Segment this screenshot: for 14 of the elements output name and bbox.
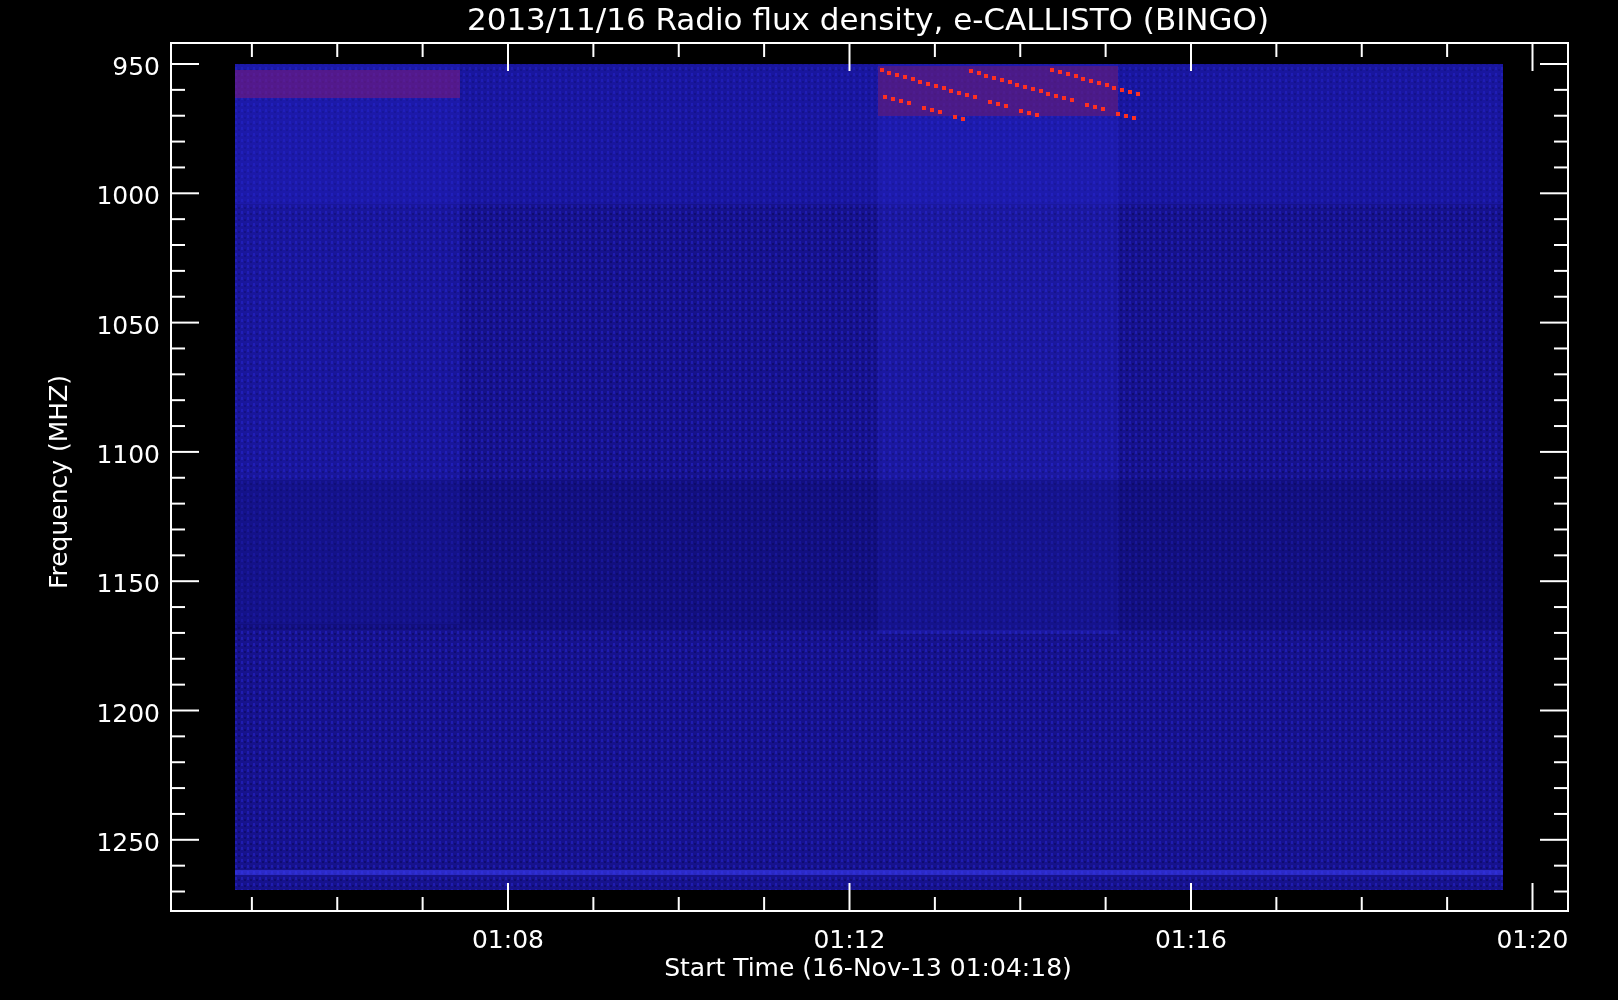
y-tick-label: 1150 — [96, 569, 160, 599]
y-tick-label: 1100 — [96, 439, 160, 469]
y-axis-label: Frequency (MHZ) — [44, 374, 73, 590]
x-axis-label: Start Time (16-Nov-13 01:04:18) — [664, 953, 1072, 982]
x-tick-label: 01:20 — [1496, 925, 1569, 954]
x-tick-label: 01:16 — [1155, 925, 1227, 954]
x-tick-label: 01:08 — [472, 925, 544, 954]
y-tick-label: 1200 — [96, 698, 160, 728]
y-tick-label: 1000 — [96, 181, 160, 211]
y-tick-label: 950 — [112, 52, 160, 81]
y-tick-label: 1250 — [96, 827, 160, 857]
x-tick-label: 01:12 — [813, 925, 886, 954]
chart-title: 2013/11/16 Radio flux density, e-CALLISTO (BINGO) — [466, 1, 1270, 37]
y-tick-label: 1050 — [96, 310, 160, 340]
